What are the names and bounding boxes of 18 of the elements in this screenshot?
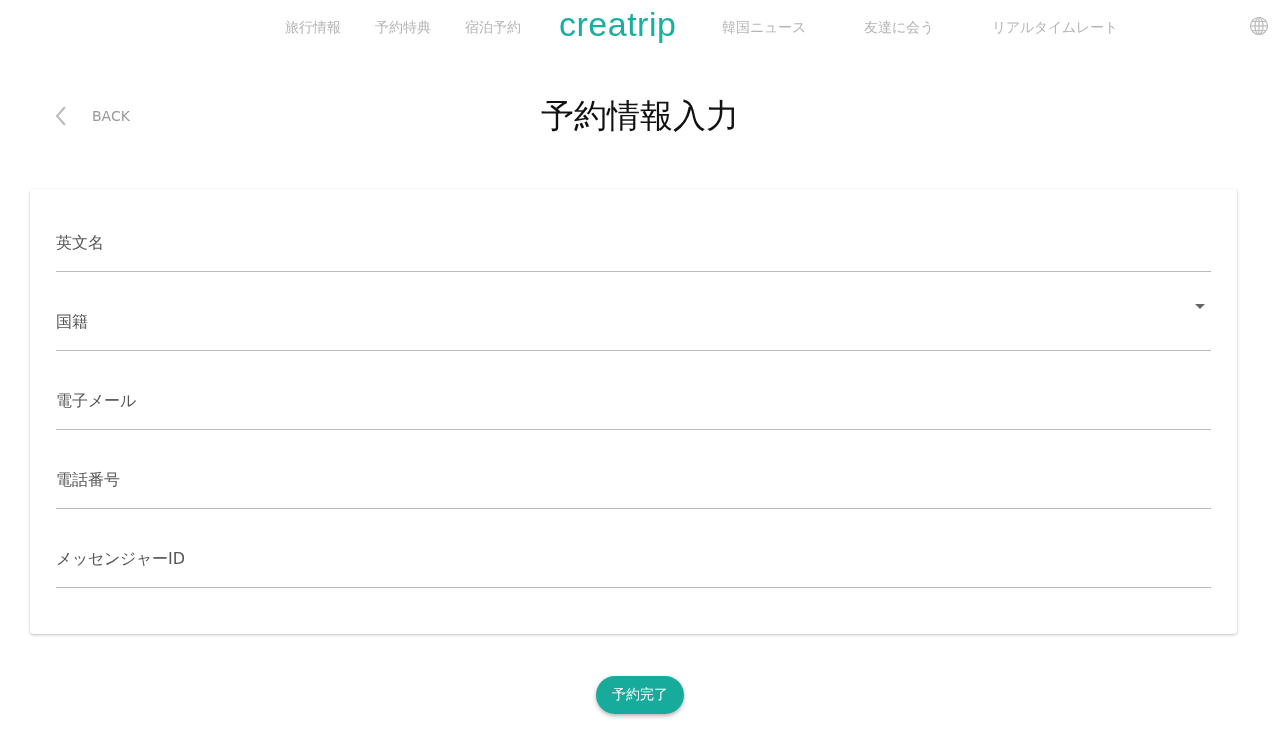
nav-link[interactable]: 旅行情報 (285, 19, 341, 37)
nav-link[interactable]: 予約特典 (375, 19, 431, 37)
back-link[interactable]: BACK (92, 108, 130, 124)
select-field[interactable]: 国籍 (56, 272, 1211, 351)
page-title: 予約情報入力 (541, 95, 739, 137)
nav-link[interactable]: 韓国ニュース (722, 19, 807, 37)
logo[interactable]: creatrip (559, 4, 677, 44)
nav-link[interactable]: 友達に会う (864, 19, 935, 37)
submit-button[interactable]: 予約完了 (596, 676, 684, 714)
input-field[interactable]: 電話番号 (56, 430, 1211, 509)
globe-icon[interactable] (1249, 16, 1269, 36)
input-field[interactable]: 電子メール (56, 351, 1211, 430)
back-icon[interactable] (54, 105, 68, 127)
caret-icon (1195, 304, 1205, 309)
nav-link[interactable]: リアルタイムレート (992, 19, 1119, 37)
input-field[interactable]: メッセンジャーID (56, 509, 1211, 588)
input-field[interactable]: 英文名 (56, 193, 1211, 272)
nav-link[interactable]: 宿泊予約 (465, 19, 521, 37)
